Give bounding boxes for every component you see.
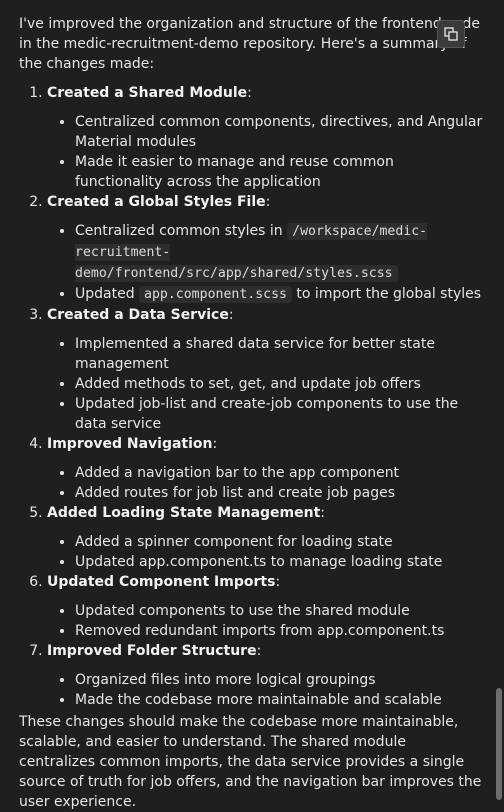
section-title: Updated Component Imports: [47, 574, 276, 590]
change-section: Created a Data Service: Implemented a sha…: [47, 305, 484, 434]
copy-button[interactable]: [437, 20, 465, 48]
scrollbar[interactable]: [492, 0, 504, 809]
copy-icon: [444, 27, 458, 41]
section-items: Organized files into more logical groupi…: [47, 670, 484, 710]
section-items: Added a spinner component for loading st…: [47, 532, 484, 572]
list-item: Added a navigation bar to the app compon…: [75, 463, 484, 483]
section-items: Implemented a shared data service for be…: [47, 334, 484, 434]
item-text: Added a navigation bar to the app compon…: [75, 465, 400, 481]
item-text: Implemented a shared data service for be…: [75, 336, 435, 372]
item-text: Added routes for job list and create job…: [75, 485, 396, 501]
change-section: Improved Navigation: Added a navigation b…: [47, 434, 484, 503]
section-title: Created a Global Styles File: [47, 194, 266, 210]
change-section: Updated Component Imports: Updated compon…: [47, 572, 484, 641]
intro-text: I've improved the organization and struc…: [19, 16, 480, 72]
list-item: Updated app.component.scss to import the…: [75, 284, 484, 305]
list-item: Organized files into more logical groupi…: [75, 670, 484, 690]
section-title: Improved Folder Structure: [47, 643, 257, 659]
item-text: Updated components to use the shared mod…: [75, 603, 410, 619]
change-section: Created a Global Styles File: Centralized…: [47, 192, 484, 305]
scrollbar-thumb[interactable]: [496, 688, 502, 800]
assistant-message: I've improved the organization and struc…: [19, 14, 484, 812]
item-text: Organized files into more logical groupi…: [75, 672, 376, 688]
section-items: Added a navigation bar to the app compon…: [47, 463, 484, 503]
section-title: Created a Data Service: [47, 307, 229, 323]
list-item: Added routes for job list and create job…: [75, 483, 484, 503]
item-text: Added methods to set, get, and update jo…: [75, 376, 421, 392]
list-item: Added a spinner component for loading st…: [75, 532, 484, 552]
section-title: Improved Navigation: [47, 436, 213, 452]
item-text: to import the global styles: [291, 286, 482, 302]
change-section: Improved Folder Structure: Organized file…: [47, 641, 484, 710]
outro-text: These changes should make the codebase m…: [19, 714, 482, 810]
list-item: Centralized common styles in /workspace/…: [75, 221, 484, 284]
changes-list: Created a Shared Module: Centralized comm…: [19, 83, 484, 710]
section-title-colon: :: [275, 574, 281, 590]
list-item: Updated components to use the shared mod…: [75, 601, 484, 621]
section-title: Created a Shared Module: [47, 85, 248, 101]
list-item: Centralized common components, directive…: [75, 112, 484, 152]
item-text: Updated job-list and create-job componen…: [75, 396, 459, 432]
item-text: Made it easier to manage and reuse commo…: [75, 154, 394, 190]
section-items: Centralized common styles in /workspace/…: [47, 221, 484, 305]
item-text: Centralized common components, directive…: [75, 114, 483, 150]
item-text: Updated app.component.ts to manage loadi…: [75, 554, 443, 570]
list-item: Updated app.component.ts to manage loadi…: [75, 552, 484, 572]
change-section: Created a Shared Module: Centralized comm…: [47, 83, 484, 192]
section-title-colon: :: [247, 85, 252, 101]
list-item: Made it easier to manage and reuse commo…: [75, 152, 484, 192]
list-item: Implemented a shared data service for be…: [75, 334, 484, 374]
section-items: Updated components to use the shared mod…: [47, 601, 484, 641]
section-title-colon: :: [265, 194, 271, 210]
inline-code: app.component.scss: [139, 286, 292, 303]
section-title-colon: :: [256, 643, 262, 659]
section-title-colon: :: [212, 436, 218, 452]
list-item: Made the codebase more maintainable and …: [75, 690, 484, 710]
section-items: Centralized common components, directive…: [47, 112, 484, 192]
item-text: Updated: [75, 286, 140, 302]
item-text: Added a spinner component for loading st…: [75, 534, 393, 550]
section-title-colon: :: [228, 307, 234, 323]
list-item: Removed redundant imports from app.compo…: [75, 621, 484, 641]
item-text: Made the codebase more maintainable and …: [75, 692, 442, 708]
item-text: Centralized common styles in: [75, 223, 288, 239]
list-item: Updated job-list and create-job componen…: [75, 394, 484, 434]
change-section: Added Loading State Management: Added a s…: [47, 503, 484, 572]
list-item: Added methods to set, get, and update jo…: [75, 374, 484, 394]
item-text: Removed redundant imports from app.compo…: [75, 623, 445, 639]
section-title-colon: :: [320, 505, 325, 521]
section-title: Added Loading State Management: [47, 505, 321, 521]
